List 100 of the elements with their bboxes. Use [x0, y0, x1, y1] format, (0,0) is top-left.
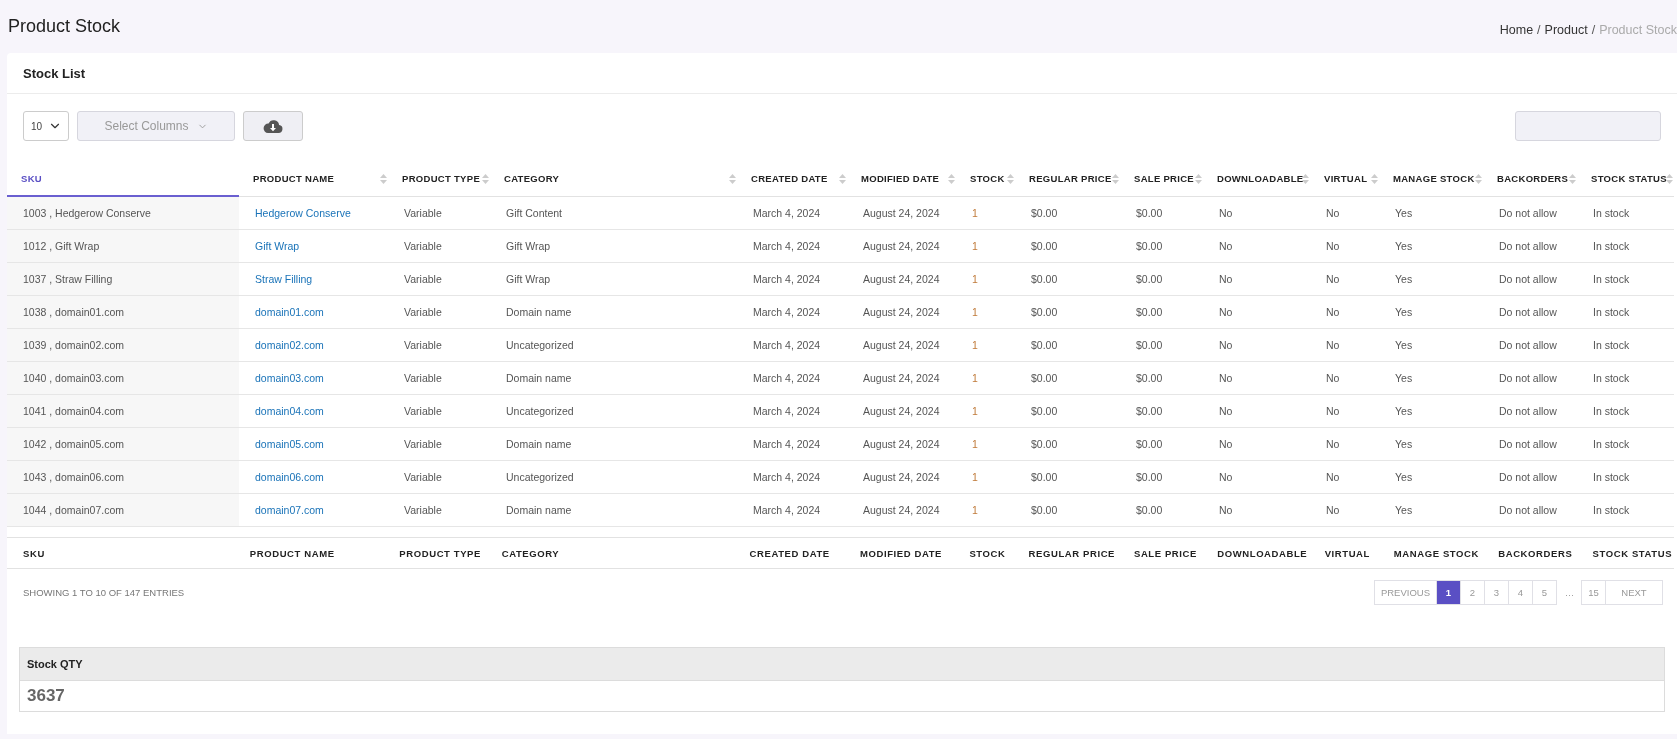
table-cell: Yes [1379, 361, 1483, 395]
table-cell: Variable [388, 328, 490, 362]
column-footer: STOCK STATUS [1576, 537, 1674, 569]
column-header[interactable]: VIRTUAL [1310, 161, 1379, 196]
search-field[interactable] [1515, 111, 1661, 141]
table-cell: Domain name [490, 493, 737, 527]
item-name-link[interactable]: Straw Filling [255, 273, 313, 285]
item-name-link[interactable]: domain02.com [255, 339, 324, 351]
table-cell: August 24, 2024 [847, 295, 956, 329]
table-cell: $0.00 [1015, 262, 1120, 296]
sort-icon [1007, 174, 1014, 184]
table-cell: No [1310, 328, 1379, 362]
table-cell: Yes [1379, 460, 1483, 494]
table-cell: Yes [1379, 229, 1483, 263]
item-name-link[interactable]: domain04.com [255, 405, 324, 417]
table-cell: August 24, 2024 [847, 328, 956, 362]
column-footer: SKU [7, 537, 234, 569]
column-header[interactable]: DOWNLOADABLE [1203, 161, 1310, 196]
sort-icon [1666, 174, 1673, 184]
table-cell: August 24, 2024 [847, 196, 956, 230]
table-cell: Do not allow [1483, 394, 1577, 428]
column-header[interactable]: REGULAR PRICE [1015, 161, 1120, 196]
table-cell: $0.00 [1015, 427, 1120, 461]
table-cell: Domain name [490, 361, 737, 395]
table-cell: March 4, 2024 [737, 328, 847, 362]
column-header[interactable]: STOCK STATUS [1577, 161, 1674, 196]
table-cell: In stock [1577, 427, 1674, 461]
sort-icon [1112, 174, 1119, 184]
table-cell: March 4, 2024 [737, 361, 847, 395]
table-cell: March 4, 2024 [737, 262, 847, 296]
column-header[interactable]: CATEGORY [490, 161, 737, 196]
column-footer: CREATED DATE [733, 537, 844, 569]
table-cell: Variable [388, 229, 490, 263]
table-cell: August 24, 2024 [847, 493, 956, 527]
column-header[interactable]: MANAGE STOCK [1379, 161, 1483, 196]
table-cell: $0.00 [1015, 196, 1120, 230]
column-header[interactable]: PRODUCT TYPE [388, 161, 490, 196]
table-cell: March 4, 2024 [737, 460, 847, 494]
table-cell: $0.00 [1015, 493, 1120, 527]
table-cell: Uncategorized [490, 460, 737, 494]
column-footer: CATEGORY [485, 537, 734, 569]
page-title: Product Stock [8, 16, 121, 37]
cloud-download-icon [263, 118, 283, 134]
table-cell: Gift Content [490, 196, 737, 230]
breadcrumb-link[interactable]: Home [1499, 23, 1534, 37]
table-cell: No [1310, 394, 1379, 428]
item-name-link[interactable]: domain03.com [255, 372, 324, 384]
table-cell: March 4, 2024 [737, 427, 847, 461]
table-cell: 1044 , domain07.com [7, 493, 239, 527]
table-cell: No [1203, 427, 1310, 461]
column-header[interactable]: CREATED DATE [737, 161, 847, 196]
column-header[interactable]: MODIFIED DATE [847, 161, 956, 196]
page-size-select[interactable]: 10 [23, 111, 69, 141]
column-header[interactable]: SALE PRICE [1120, 161, 1203, 196]
item-name-link[interactable]: Gift Wrap [255, 240, 300, 252]
table-cell: March 4, 2024 [737, 493, 847, 527]
table-cell: No [1203, 295, 1310, 329]
column-footer: DOWNLOADABLE [1201, 537, 1309, 569]
table-cell: In stock [1577, 493, 1674, 527]
table-cell: No [1310, 493, 1379, 527]
sort-icon [1475, 174, 1482, 184]
column-header[interactable]: BACKORDERS [1483, 161, 1577, 196]
table-cell: 1042 , domain05.com [7, 427, 239, 461]
table-cell: Domain name [490, 295, 737, 329]
item-name-link[interactable]: domain07.com [255, 504, 324, 516]
table-cell: 1 [956, 394, 1015, 428]
table-cell: Yes [1379, 493, 1483, 527]
item-name-link[interactable]: domain01.com [255, 306, 324, 318]
download-button[interactable] [243, 111, 303, 141]
table-cell: March 4, 2024 [737, 295, 847, 329]
table-cell: In stock [1577, 361, 1674, 395]
table-cell: Do not allow [1483, 196, 1577, 230]
item-name-link[interactable]: domain06.com [255, 471, 324, 483]
table-cell: March 4, 2024 [737, 394, 847, 428]
table-cell: 1 [956, 361, 1015, 395]
table-cell: Domain name [490, 427, 737, 461]
table-cell: In stock [1577, 460, 1674, 494]
table-cell: $0.00 [1120, 427, 1203, 461]
table-cell: 1 [956, 328, 1015, 362]
item-name-link[interactable]: Hedgerow Conserve [255, 206, 351, 219]
table-cell: No [1203, 361, 1310, 395]
table-cell: August 24, 2024 [847, 394, 956, 428]
table-cell: August 24, 2024 [847, 361, 956, 395]
table-cell: 1 [956, 427, 1015, 461]
breadcrumb-separator: / [1591, 23, 1596, 37]
table-cell: No [1310, 196, 1379, 230]
breadcrumb-link[interactable]: Product [1544, 23, 1588, 37]
sort-icon [839, 174, 846, 184]
item-name-link[interactable]: domain05.com [255, 438, 324, 450]
column-header[interactable]: STOCK [956, 161, 1015, 196]
table-cell: August 24, 2024 [847, 262, 956, 296]
table-cell: $0.00 [1015, 229, 1120, 263]
stock-qty-value: 3637 [27, 686, 65, 706]
stock-qty-label: Stock QTY [27, 658, 83, 670]
page-button[interactable]: 1 [1436, 579, 1461, 605]
card-title: Stock List [23, 65, 86, 81]
table-cell: $0.00 [1120, 295, 1203, 329]
table-cell: Variable [388, 196, 490, 230]
column-header[interactable]: PRODUCT NAME [239, 161, 388, 196]
table-cell: $0.00 [1015, 295, 1120, 329]
